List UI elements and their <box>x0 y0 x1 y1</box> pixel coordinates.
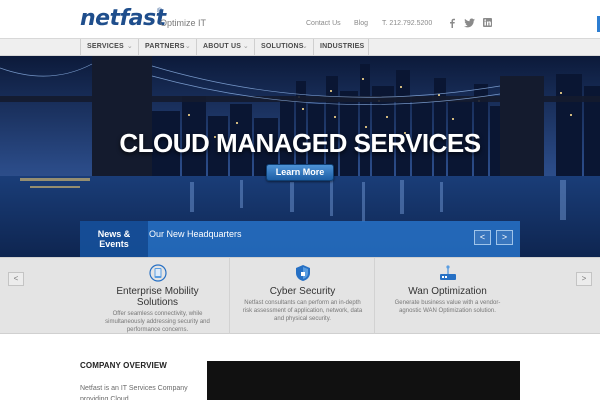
nav-item-solutions[interactable]: SOLUTIONS ⌄ <box>254 39 313 55</box>
services-next-button[interactable]: > <box>576 272 592 286</box>
nav-item-label: SERVICES <box>87 43 124 50</box>
service-description: Generate business value with a vendor-ag… <box>394 300 501 314</box>
page: netfast ® Optimize IT Contact Us Blog T.… <box>0 0 600 400</box>
news-next-button[interactable]: > <box>496 230 513 245</box>
nav-item-label: PARTNERS <box>145 43 185 50</box>
services-carousel: < > Enterprise Mobility Solutions Offer … <box>0 257 600 334</box>
service-card-enterprise-mobility[interactable]: Enterprise Mobility Solutions Offer seam… <box>85 258 230 334</box>
service-card-wan-optimization[interactable]: Wan Optimization Generate business value… <box>375 258 520 334</box>
company-overview-heading: COMPANY OVERVIEW <box>80 361 167 370</box>
nav-item-services[interactable]: SERVICES ⌄ <box>80 39 138 55</box>
news-label-line1: News & <box>97 229 131 239</box>
blog-link[interactable]: Blog <box>354 20 368 27</box>
shield-icon <box>293 264 313 282</box>
logo-registered-mark: ® <box>157 8 163 15</box>
hero-banner: CLOUD MANAGED SERVICES Learn More News &… <box>0 56 600 257</box>
news-events-label: News & Events <box>80 221 148 257</box>
main-nav: SERVICES ⌄ PARTNERS ⌄ ABOUT US ⌄ SOLUTIO… <box>0 38 600 56</box>
chevron-down-icon: ⌄ <box>126 43 133 50</box>
site-header: netfast ® Optimize IT Contact Us Blog T.… <box>0 0 600 38</box>
service-title: Cyber Security <box>269 286 336 297</box>
learn-more-button[interactable]: Learn More <box>266 164 334 181</box>
services-prev-button[interactable]: < <box>8 272 24 286</box>
service-description: Offer seamless connectivity, while simul… <box>105 311 210 333</box>
phone-number: T. 212.792.5200 <box>382 20 433 27</box>
service-title-line2: Solutions <box>136 297 179 308</box>
news-label-line2: Events <box>99 239 129 249</box>
service-title: Wan Optimization <box>408 286 487 297</box>
service-title-line1: Enterprise Mobility <box>116 286 199 297</box>
nav-item-label: ABOUT US <box>203 43 242 50</box>
video-player[interactable] <box>207 361 520 400</box>
hero-title: CLOUD MANAGED SERVICES <box>119 128 481 158</box>
nav-item-about-us[interactable]: ABOUT US ⌄ <box>196 39 254 55</box>
nav-item-industries[interactable]: INDUSTRIES ⌄ <box>313 39 369 55</box>
logo-wordmark: netfast <box>80 6 166 31</box>
nav-item-partners[interactable]: PARTNERS ⌄ <box>138 39 196 55</box>
chevron-down-icon: ⌄ <box>356 43 363 50</box>
mobile-device-icon <box>148 264 168 282</box>
twitter-icon[interactable] <box>464 18 475 28</box>
chevron-down-icon: ⌄ <box>184 43 191 50</box>
router-icon <box>438 264 458 282</box>
news-headline-link[interactable]: Our New Headquarters <box>149 229 242 239</box>
chevron-down-icon: ⌄ <box>301 43 308 50</box>
news-events-bar: News & Events Our New Headquarters < > <box>80 221 520 257</box>
company-overview-text: Netfast is an IT Services Company provid… <box>80 385 188 400</box>
nav-item-label: SOLUTIONS <box>261 43 304 50</box>
facebook-icon[interactable] <box>449 18 455 28</box>
logo-tagline: Optimize IT <box>160 18 207 28</box>
news-prev-button[interactable]: < <box>474 230 491 245</box>
contact-us-link[interactable]: Contact Us <box>306 20 341 27</box>
linkedin-icon[interactable] <box>483 18 492 27</box>
service-card-cyber-security[interactable]: Cyber Security Netfast consultants can p… <box>230 258 375 334</box>
chevron-down-icon: ⌄ <box>242 43 249 50</box>
service-description: Netfast consultants can perform an in-de… <box>242 300 363 322</box>
netfast-logo[interactable]: netfast ® Optimize IT <box>80 6 206 34</box>
